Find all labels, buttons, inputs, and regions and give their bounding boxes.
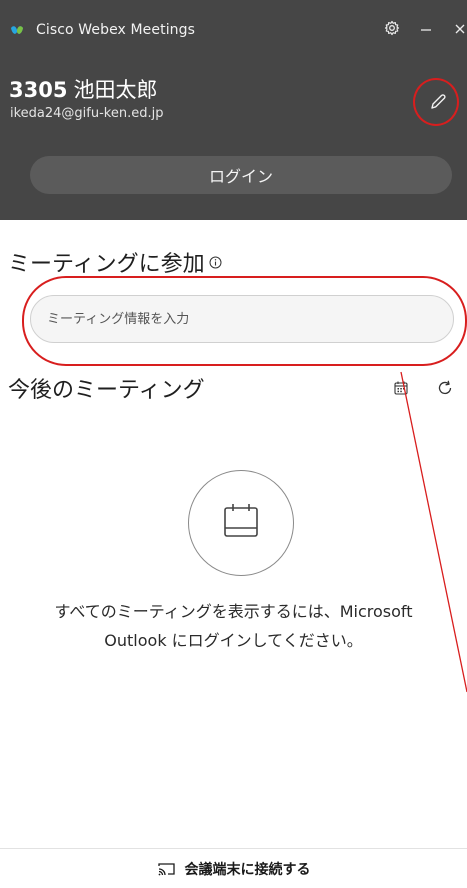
settings-button[interactable] xyxy=(380,18,404,42)
calendar-icon xyxy=(393,380,409,400)
edit-profile-button[interactable] xyxy=(418,84,458,124)
cast-icon xyxy=(157,861,177,877)
connect-to-device-label: 会議端末に接続する xyxy=(184,861,311,878)
webex-logo-icon xyxy=(10,23,24,37)
refresh-icon xyxy=(436,379,454,401)
info-icon[interactable] xyxy=(209,256,222,269)
empty-message-line-1: すべてのミーティングを表示するには、Microsoft xyxy=(54,602,413,621)
pencil-icon xyxy=(428,92,448,116)
calendar-button[interactable] xyxy=(389,378,413,402)
upcoming-meetings-heading: 今後のミーティング xyxy=(8,378,205,403)
calendar-icon xyxy=(220,500,262,546)
refresh-button[interactable] xyxy=(433,378,457,402)
meeting-info-input[interactable] xyxy=(30,295,454,343)
minimize-button[interactable] xyxy=(414,18,438,42)
login-button[interactable]: ログイン xyxy=(30,156,452,194)
join-meeting-label: ミーティングに参加 xyxy=(8,252,205,277)
user-id: 3305 xyxy=(9,78,68,102)
user-display-name: 3305 池田太郎 xyxy=(9,74,157,104)
close-button[interactable] xyxy=(448,18,467,42)
empty-message-line-2: Outlook にログインしてください。 xyxy=(104,631,363,650)
connect-to-device-button[interactable]: 会議端末に接続する xyxy=(0,849,467,888)
minimize-icon xyxy=(419,21,433,40)
gear-icon xyxy=(384,20,400,40)
title-bar: Cisco Webex Meetings xyxy=(0,0,467,56)
empty-calendar-illustration xyxy=(188,470,294,576)
outlook-login-message: すべてのミーティングを表示するには、Microsoft Outlook にログイ… xyxy=(0,597,467,655)
close-icon xyxy=(453,21,467,40)
user-email: ikeda24@gifu-ken.ed.jp xyxy=(10,106,164,121)
user-name: 池田太郎 xyxy=(73,78,158,102)
webex-window: Cisco Webex Meetings 3305 池田太郎 ikeda24@g… xyxy=(0,0,467,888)
account-header: Cisco Webex Meetings 3305 池田太郎 ikeda24@g… xyxy=(0,0,467,220)
app-title: Cisco Webex Meetings xyxy=(36,22,196,38)
join-meeting-heading: ミーティングに参加 xyxy=(8,246,222,278)
